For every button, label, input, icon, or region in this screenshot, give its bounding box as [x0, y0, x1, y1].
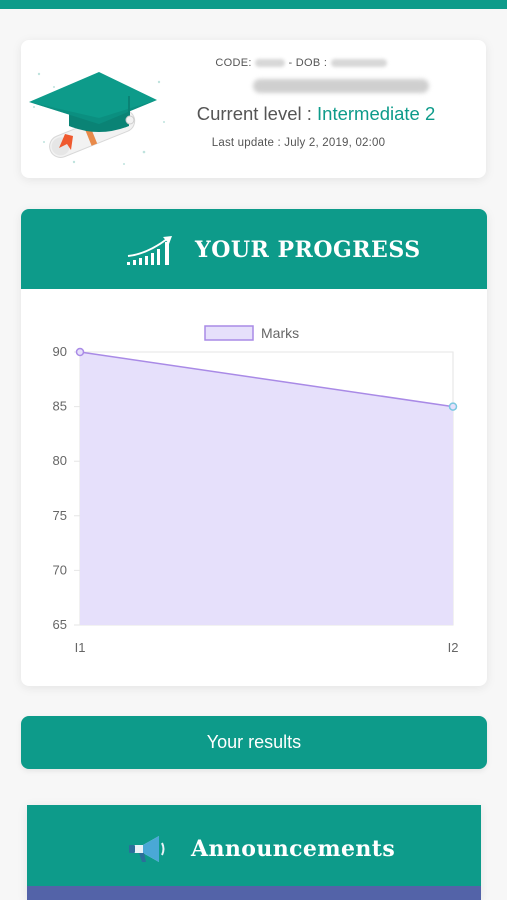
chart-legend[interactable]: Marks	[204, 325, 299, 341]
chart-area	[79, 351, 454, 625]
top-bar	[0, 0, 507, 9]
code-label: CODE:	[215, 57, 252, 69]
data-point	[448, 402, 458, 411]
y-tick-label: 65	[53, 617, 67, 632]
y-tick-label: 75	[53, 508, 67, 523]
chart-y-ticks: 90 85 80 75 70 65	[53, 344, 67, 632]
series-area	[80, 352, 453, 625]
announcements-title: Announcements	[191, 836, 396, 862]
dob-label: - DOB :	[288, 57, 328, 69]
announcements-header: Announcements	[27, 805, 481, 886]
announcements-card: Announcements	[27, 805, 481, 900]
legend-label: Marks	[261, 325, 299, 341]
y-tick-label: 70	[53, 562, 67, 577]
current-level: Current level : Intermediate 2	[171, 103, 461, 125]
level-value: Intermediate 2	[317, 103, 436, 124]
profile-card: CODE: - DOB : Current level : Intermedia…	[21, 40, 486, 178]
profile-info: CODE: - DOB : Current level : Intermedia…	[171, 40, 486, 178]
graduation-cap-icon	[29, 72, 165, 165]
data-point	[75, 347, 85, 357]
level-label: Current level :	[196, 103, 312, 124]
code-dob-row: CODE: - DOB :	[171, 57, 431, 69]
last-update: Last update : July 2, 2019, 02:00	[211, 137, 386, 149]
y-tick-label: 85	[53, 399, 67, 414]
progress-chart: 90 85 80 75 70 65 I1 I2 Marks	[53, 325, 459, 655]
megaphone-icon	[129, 836, 165, 862]
progress-title: YOUR PROGRESS	[195, 237, 421, 263]
x-tick-label: I1	[75, 640, 86, 655]
your-results-button[interactable]: Your results	[21, 716, 487, 769]
code-value-redacted	[255, 59, 286, 68]
dob-value-redacted	[330, 59, 387, 68]
y-tick-label: 80	[53, 453, 67, 468]
x-tick-label: I2	[448, 640, 459, 655]
chart-x-ticks: I1 I2	[75, 640, 459, 655]
announcements-strip	[27, 886, 481, 900]
student-name-redacted	[253, 79, 429, 93]
progress-card: YOUR PROGRESS 90 85 80 75 70 65 I1 I2 Marks	[21, 209, 487, 686]
y-tick-label: 90	[53, 344, 67, 359]
legend-swatch	[204, 325, 254, 341]
progress-header: YOUR PROGRESS	[21, 209, 487, 289]
progress-chart-icon	[127, 236, 172, 265]
